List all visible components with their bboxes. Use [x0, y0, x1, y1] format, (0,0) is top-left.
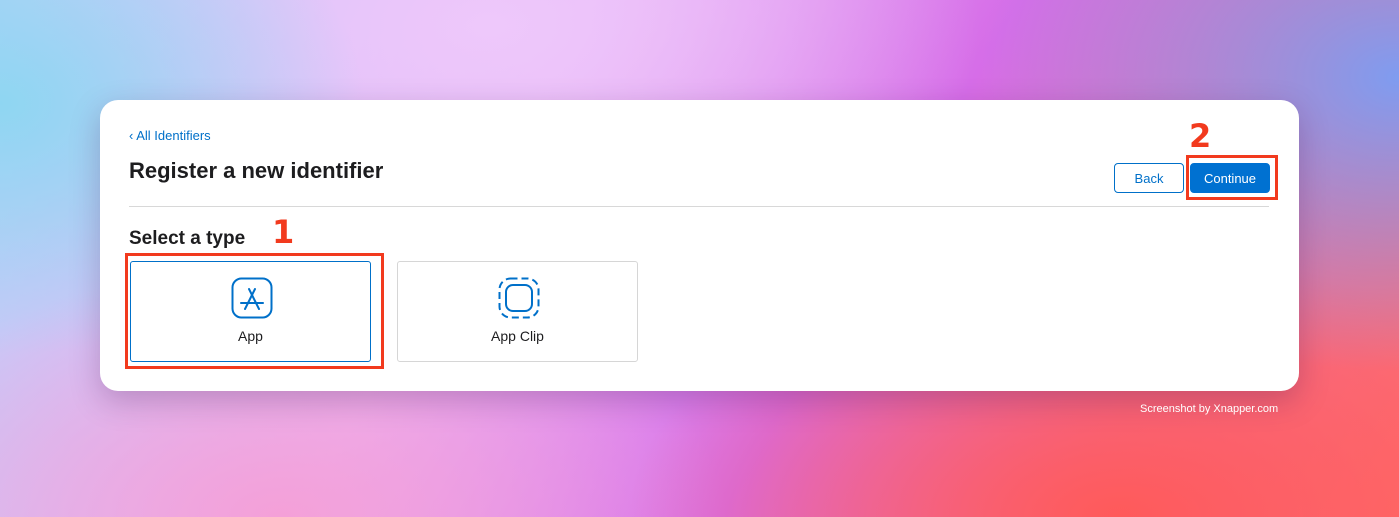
back-button[interactable]: Back — [1114, 163, 1184, 193]
section-title: Select a type — [129, 228, 246, 249]
type-option-label: App — [238, 328, 263, 344]
annotation-number-2: 2 — [1189, 117, 1212, 155]
header-divider — [129, 206, 1269, 207]
type-option-app-clip[interactable]: App Clip — [397, 261, 638, 362]
type-option-label: App Clip — [491, 328, 544, 344]
annotation-number-1: 1 — [272, 213, 295, 251]
app-store-icon — [231, 277, 273, 319]
screenshot-credit: Screenshot by Xnapper.com — [1140, 403, 1279, 415]
continue-button[interactable]: Continue — [1190, 163, 1270, 193]
all-identifiers-link[interactable]: ‹ All Identifiers — [129, 128, 211, 143]
app-clip-icon — [498, 277, 540, 319]
type-option-app[interactable]: App — [130, 261, 371, 362]
page-title: Register a new identifier — [129, 158, 384, 183]
